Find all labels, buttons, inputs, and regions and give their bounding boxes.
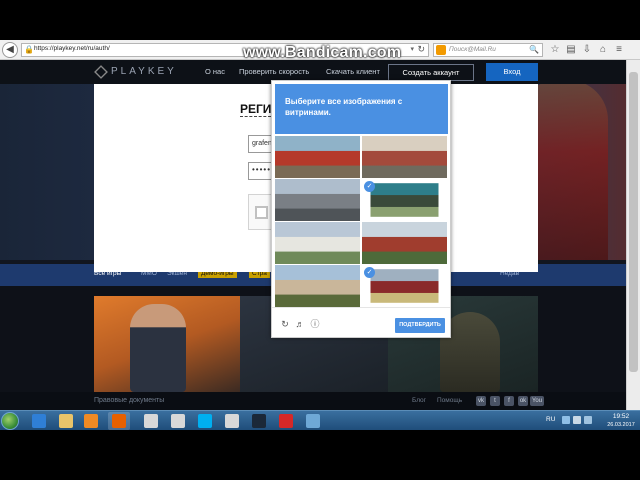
clock-date: 26.03.2017 <box>607 422 635 428</box>
logo-text: PLAYKEY <box>111 66 177 77</box>
search-engine-icon[interactable] <box>436 45 446 55</box>
firefox-icon[interactable] <box>108 412 130 430</box>
challenge-tile[interactable] <box>275 265 360 307</box>
network-icon[interactable] <box>573 416 581 424</box>
language-indicator[interactable]: RU <box>546 416 555 423</box>
media-icon[interactable] <box>80 412 102 430</box>
challenge-tile[interactable] <box>275 222 360 264</box>
clock-time: 19:52 <box>612 413 630 420</box>
record-icon[interactable] <box>275 412 297 430</box>
skype-icon-glyph <box>198 414 212 428</box>
nav-about-link[interactable]: О нас <box>205 67 225 76</box>
page-scrollbar[interactable] <box>626 60 640 410</box>
create-account-button[interactable]: Создать аккаунт <box>388 64 474 81</box>
tile-selected-check-icon: ✓ <box>364 181 375 192</box>
steam-icon-glyph <box>252 414 266 428</box>
url-dropdown-icon[interactable]: ▾ <box>410 45 414 53</box>
taskbar: RU 19:52 26.03.2017 <box>0 410 640 430</box>
calc-icon-2-glyph <box>171 414 185 428</box>
url-text: https://playkey.net/ru/auth/ <box>34 45 110 52</box>
lock-icon: 🔒 <box>24 45 34 54</box>
reload-challenge-icon[interactable]: ↻ <box>280 319 290 329</box>
star-icon[interactable]: ☆ <box>548 43 562 57</box>
calc-icon-1-glyph <box>144 414 158 428</box>
tile-photo <box>362 222 447 264</box>
help-link[interactable]: Помощь <box>437 397 462 404</box>
recaptcha-challenge: Выберите все изображения с витринами. ✓ ✓… <box>271 80 451 338</box>
vk-icon[interactable]: vk <box>476 396 486 406</box>
home-icon[interactable]: ⌂ <box>596 43 610 57</box>
tile-photo <box>275 136 360 178</box>
skype-icon[interactable] <box>194 412 216 430</box>
download-icon[interactable]: ⇩ <box>580 43 594 57</box>
calc-icon-3-glyph <box>225 414 239 428</box>
game-card[interactable] <box>94 296 240 392</box>
ie-icon[interactable] <box>28 412 50 430</box>
reload-icon[interactable]: ↻ <box>417 44 425 55</box>
page-footer: Правовые документы Блог Помощь vk t f ok… <box>0 392 640 410</box>
menu-icon[interactable]: ≡ <box>612 43 626 57</box>
challenge-footer: ↻ ♬ ⓘ ПОДТВЕРДИТЬ <box>272 307 450 337</box>
recording-watermark: www.Bandicam.com <box>243 44 402 61</box>
tile-photo <box>370 183 439 217</box>
reading-list-icon[interactable]: ▤ <box>564 43 578 57</box>
tray-arrow-icon[interactable] <box>562 416 570 424</box>
scrollbar-thumb[interactable] <box>629 72 638 372</box>
back-button[interactable]: ◀ <box>2 42 18 58</box>
tile-photo <box>362 136 447 178</box>
challenge-header: Выберите все изображения с витринами. <box>275 84 448 134</box>
recaptcha-checkbox[interactable] <box>255 206 268 219</box>
facebook-icon[interactable]: f <box>504 396 514 406</box>
folder-icon-glyph <box>59 414 73 428</box>
tile-photo <box>275 222 360 264</box>
challenge-tile[interactable] <box>275 179 360 221</box>
screen: ◀ 🔒 https://playkey.net/ru/auth/ ▾ ↻ Пои… <box>0 0 640 480</box>
challenge-prompt: Выберите все изображения с витринами. <box>285 97 403 117</box>
tile-photo <box>275 179 360 221</box>
steam-icon[interactable] <box>248 412 270 430</box>
firefox-icon-glyph <box>112 414 126 428</box>
media-icon-glyph <box>84 414 98 428</box>
challenge-tile[interactable]: ✓ <box>362 179 447 221</box>
challenge-tile[interactable] <box>362 136 447 178</box>
challenge-tile[interactable] <box>362 222 447 264</box>
youtube-icon[interactable]: You <box>530 396 544 406</box>
nav-download-client-link[interactable]: Скачать клиент <box>326 67 380 76</box>
login-button[interactable]: Вход <box>486 63 538 81</box>
folder-icon[interactable] <box>55 412 77 430</box>
legal-documents-link[interactable]: Правовые документы <box>94 397 164 404</box>
logo-mark-icon <box>94 65 108 79</box>
tile-photo <box>275 265 360 307</box>
record-icon-glyph <box>279 414 293 428</box>
search-bar[interactable]: Поиск@Mail.Ru 🔍 <box>433 43 543 57</box>
info-icon[interactable]: ⓘ <box>310 319 320 329</box>
verify-button[interactable]: ПОДТВЕРДИТЬ <box>395 318 445 333</box>
twitter-icon[interactable]: t <box>490 396 500 406</box>
tile-photo <box>370 269 439 303</box>
search-placeholder: Поиск@Mail.Ru <box>449 46 496 53</box>
window-icon-glyph <box>306 414 320 428</box>
tile-selected-check-icon: ✓ <box>364 267 375 278</box>
challenge-tile[interactable]: ✓ <box>362 265 447 307</box>
calc-icon-3[interactable] <box>221 412 243 430</box>
playkey-logo[interactable]: PLAYKEY <box>94 65 190 79</box>
volume-icon[interactable] <box>584 416 592 424</box>
challenge-tile[interactable] <box>275 136 360 178</box>
registration-title: РЕГИ <box>240 102 272 117</box>
ok-icon[interactable]: ok <box>518 396 528 406</box>
clock[interactable]: 19:52 26.03.2017 <box>604 413 638 429</box>
search-icon[interactable]: 🔍 <box>529 45 539 54</box>
window-icon[interactable] <box>302 412 324 430</box>
game-cover-character <box>130 304 186 392</box>
calc-icon-2[interactable] <box>167 412 189 430</box>
start-button[interactable] <box>1 412 19 430</box>
ie-icon-glyph <box>32 414 46 428</box>
audio-challenge-icon[interactable]: ♬ <box>295 319 305 329</box>
blog-link[interactable]: Блог <box>412 397 426 404</box>
calc-icon-1[interactable] <box>140 412 162 430</box>
nav-speed-test-link[interactable]: Проверить скорость <box>239 67 309 76</box>
